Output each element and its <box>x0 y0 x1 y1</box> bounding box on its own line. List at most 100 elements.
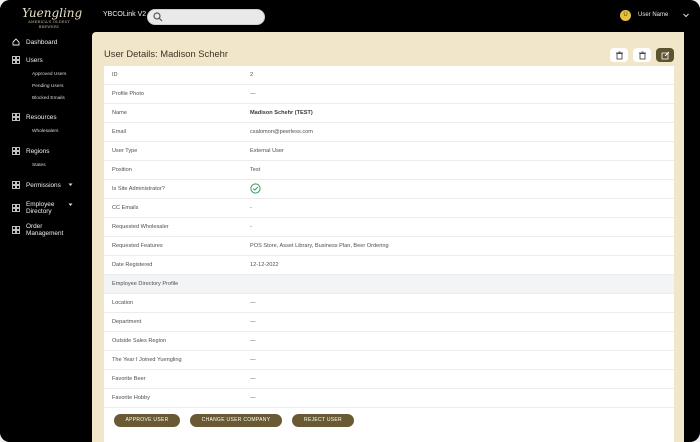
detail-value: — <box>250 91 256 97</box>
detail-value: — <box>250 319 256 325</box>
change-user-company-button[interactable]: CHANGE USER COMPANY <box>190 414 282 427</box>
edit-button[interactable] <box>656 48 674 62</box>
sidebar-item-label: Employee Directory <box>26 201 55 215</box>
sidebar-item-users[interactable]: Users <box>12 53 43 67</box>
detail-label: Date Registered <box>112 262 153 268</box>
detail-value: - <box>250 205 252 211</box>
grid-icon <box>12 56 20 64</box>
sidebar-item-label: Order Management <box>26 223 64 237</box>
detail-label: Profile Photo <box>112 91 145 97</box>
sidebar-item-label: Users <box>26 56 43 64</box>
detail-value: 12-12-2022 <box>250 262 279 268</box>
detail-value: - <box>250 224 252 230</box>
main-content: User Details: Madison Schehr ID 2 Profil… <box>92 32 684 442</box>
sidebar-item-employee-directory[interactable]: Employee Directory <box>12 200 66 216</box>
grid-icon <box>12 226 20 234</box>
approve-user-button[interactable]: APPROVE USER <box>114 414 180 427</box>
sidebar: Dashboard Users Approved Users Pending U… <box>0 32 92 442</box>
detail-label: Favorite Beer <box>112 376 146 382</box>
detail-label: Outside Sales Region <box>112 338 167 344</box>
detail-label: Department <box>112 319 142 325</box>
home-icon <box>12 38 20 46</box>
sidebar-item-label: Permissions <box>26 181 61 189</box>
detail-row-cc-emails: CC Emails - <box>104 199 674 218</box>
detail-value: — <box>250 300 256 306</box>
detail-value: Madison Schehr (TEST) <box>250 110 313 116</box>
sidebar-subitem-blocked-emails[interactable]: Blocked Emails <box>32 96 65 101</box>
detail-label: Email <box>112 129 126 135</box>
detail-row-requested-features: Requested Features POS Store, Asset Libr… <box>104 237 674 256</box>
sidebar-item-regions[interactable]: Regions <box>12 144 49 158</box>
detail-label: Position <box>112 167 132 173</box>
detail-row-requested-wholesaler: Requested Wholesaler - <box>104 218 674 237</box>
check-circle-icon <box>250 183 261 194</box>
logo-wordmark: Yuengling <box>22 6 83 20</box>
detail-row-year-joined: The Year I Joined Yuengling — <box>104 351 674 370</box>
delete-button[interactable] <box>610 48 628 62</box>
detail-row-date-registered: Date Registered 12-12-2022 <box>104 256 674 275</box>
detail-value: — <box>250 357 256 363</box>
detail-value: External User <box>250 148 284 154</box>
top-bar: Yuengling AMERICA'S OLDEST BREWERY YBCOL… <box>0 0 700 32</box>
detail-row-profile-photo: Profile Photo — <box>104 85 674 104</box>
detail-label: Favorite Hobby <box>112 395 150 401</box>
detail-label: Requested Wholesaler <box>112 224 169 230</box>
detail-row-outside-sales-region: Outside Sales Region — <box>104 332 674 351</box>
detail-row-favorite-beer: Favorite Beer — <box>104 370 674 389</box>
detail-value[interactable]: csalomon@peerless.com <box>250 129 313 135</box>
user-details-card: ID 2 Profile Photo — Name Madison Schehr… <box>104 66 674 442</box>
grid-icon <box>12 113 20 121</box>
sidebar-item-label: Resources <box>26 113 57 121</box>
sidebar-subitem-states[interactable]: States <box>32 163 46 168</box>
detail-row-position: Position Test <box>104 161 674 180</box>
detail-row-name: Name Madison Schehr (TEST) <box>104 104 674 123</box>
grid-icon <box>12 181 20 189</box>
detail-value: 2 <box>250 72 254 78</box>
page-title: User Details: Madison Schehr <box>104 48 229 59</box>
detail-label: The Year I Joined Yuengling <box>112 357 182 363</box>
detail-value: POS Store, Asset Library, Business Plan,… <box>250 243 389 249</box>
section-employee-directory-profile: Employee Directory Profile <box>104 275 674 294</box>
detail-row-department: Department — <box>104 313 674 332</box>
detail-row-email: Email csalomon@peerless.com <box>104 123 674 142</box>
sidebar-item-dashboard[interactable]: Dashboard <box>12 35 57 49</box>
reject-user-button[interactable]: REJECT USER <box>292 414 354 427</box>
avatar: U <box>620 10 631 21</box>
detail-label: Name <box>112 110 127 116</box>
detail-value: — <box>250 376 256 382</box>
brand-logo[interactable]: Yuengling AMERICA'S OLDEST BREWERY <box>22 6 82 29</box>
detail-value: — <box>250 338 256 344</box>
detail-label: Requested Features <box>112 243 163 249</box>
detail-label: User Type <box>112 148 138 154</box>
detail-label: ID <box>112 72 118 78</box>
detail-row-id: ID 2 <box>104 66 674 85</box>
detail-row-location: Location — <box>104 294 674 313</box>
grid-icon <box>12 147 20 155</box>
caret-down-icon <box>68 183 73 186</box>
grid-icon <box>12 204 20 212</box>
section-heading: Employee Directory Profile <box>112 281 179 287</box>
sidebar-subitem-pending-users[interactable]: Pending Users <box>32 84 63 89</box>
detail-row-favorite-hobby: Favorite Hobby — <box>104 389 674 408</box>
logo-tagline: AMERICA'S OLDEST BREWERY <box>28 20 70 29</box>
app-name: YBCOLink V2 <box>103 11 147 18</box>
search-icon <box>153 12 163 22</box>
search-input[interactable] <box>147 9 265 25</box>
sidebar-subitem-approved-users[interactable]: Approved Users <box>32 72 66 77</box>
sidebar-item-order-management[interactable]: Order Management <box>12 222 66 238</box>
trash-icon <box>615 51 623 59</box>
detail-label: CC Emails <box>112 205 139 211</box>
sidebar-subitem-wholesalers[interactable]: Wholesalers <box>32 129 58 134</box>
remove-button[interactable] <box>633 48 651 62</box>
detail-row-user-type: User Type External User <box>104 142 674 161</box>
sidebar-item-resources[interactable]: Resources <box>12 110 57 124</box>
detail-value: — <box>250 395 256 401</box>
app-window: Yuengling AMERICA'S OLDEST BREWERY YBCOL… <box>0 0 700 442</box>
sidebar-item-permissions[interactable]: Permissions <box>12 178 61 192</box>
detail-value: Test <box>250 167 261 173</box>
caret-down-icon <box>68 203 73 206</box>
user-name: User Name <box>638 12 669 18</box>
detail-label: Location <box>112 300 134 306</box>
trash-icon <box>638 51 646 59</box>
sidebar-item-label: Regions <box>26 147 50 155</box>
